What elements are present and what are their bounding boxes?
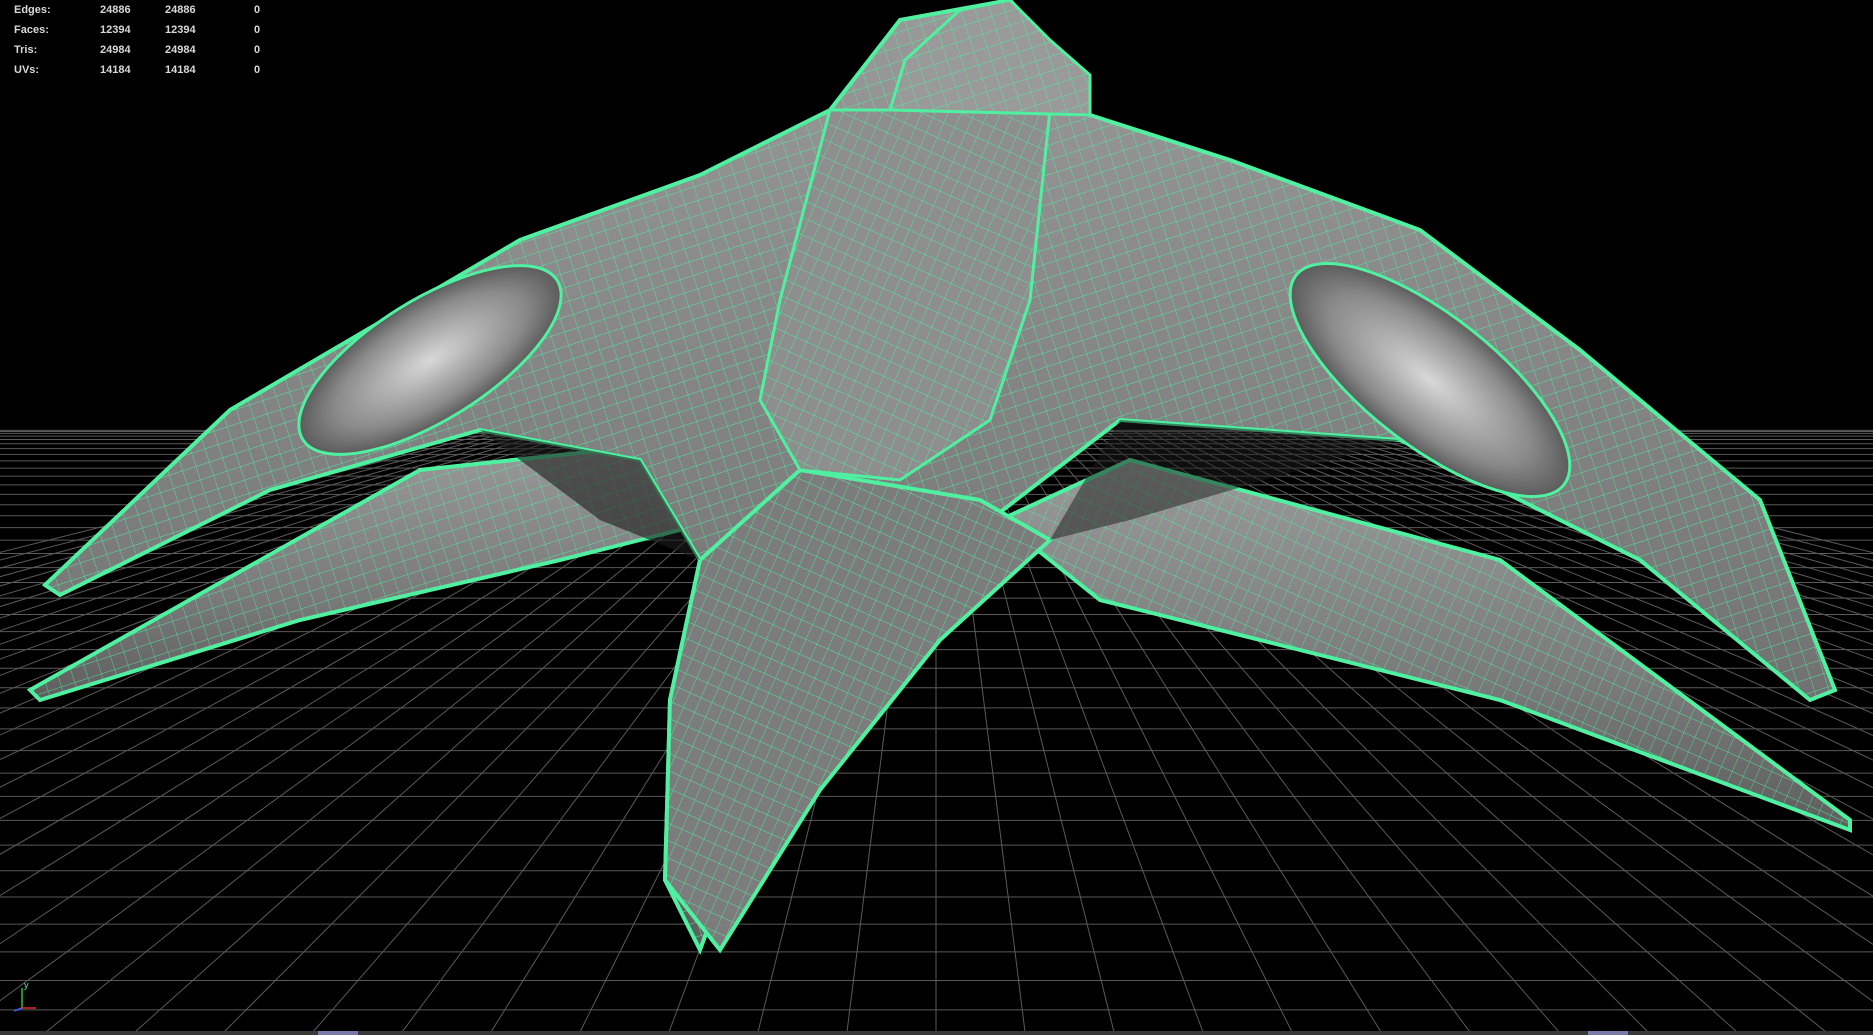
hud-value: 0 [254, 44, 261, 56]
hud-value: 14184 [100, 64, 131, 76]
hud-label: UVs: [14, 64, 40, 76]
hud-value: 0 [254, 4, 261, 16]
hud-value: 0 [254, 24, 261, 36]
hud-row-tris: Tris: 24984 24984 0 [0, 40, 300, 60]
hud-value: 0 [254, 64, 261, 76]
hud-value: 12394 [165, 24, 196, 36]
3d-viewport[interactable]: Edges: 24886 24886 0 Faces: 12394 12394 … [0, 0, 1873, 1035]
hud-value: 12394 [100, 24, 131, 36]
hud-value: 24984 [165, 44, 196, 56]
bottom-status-strip [0, 1031, 1873, 1035]
hud-row-faces: Faces: 12394 12394 0 [0, 20, 300, 40]
hud-label: Tris: [14, 44, 38, 56]
z-axis-line [13, 1007, 23, 1012]
hud-value: 24984 [100, 44, 131, 56]
axis-gizmo-icon: y [13, 980, 36, 1012]
hud-row-uvs: UVs: 14184 14184 0 [0, 60, 300, 80]
wireframe-model[interactable] [26, 0, 1852, 956]
hud-value: 24886 [100, 4, 131, 16]
poly-count-hud: Edges: 24886 24886 0 Faces: 12394 12394 … [0, 0, 300, 80]
y-axis-label: y [24, 980, 29, 990]
hud-label: Faces: [14, 24, 49, 36]
timeline-marker [1588, 1031, 1628, 1035]
hud-value: 24886 [165, 4, 196, 16]
timeline-marker [318, 1031, 358, 1035]
hud-row-edges: Edges: 24886 24886 0 [0, 0, 300, 20]
viewport-scene[interactable] [0, 0, 1873, 1035]
hud-value: 14184 [165, 64, 196, 76]
hud-label: Edges: [14, 4, 51, 16]
